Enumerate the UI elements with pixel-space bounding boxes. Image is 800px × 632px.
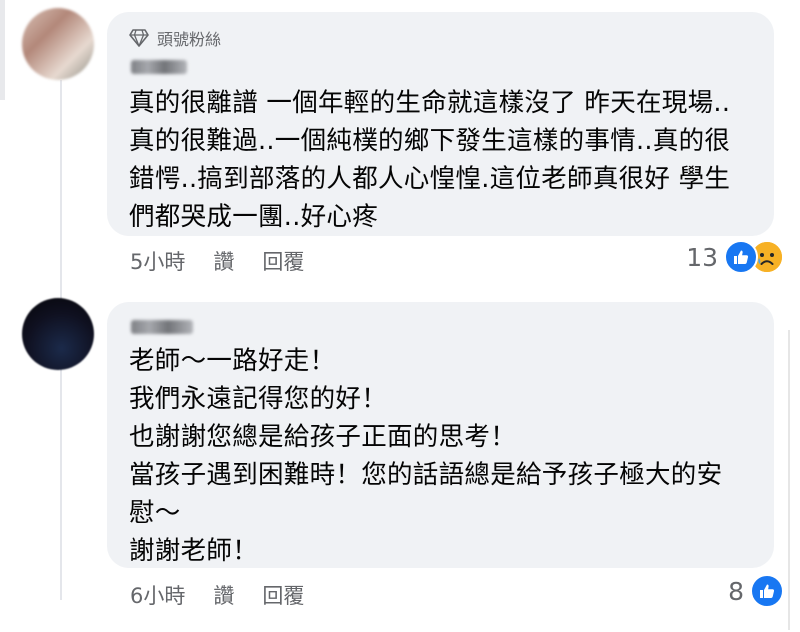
reply-button[interactable]: 回覆	[262, 246, 304, 276]
comment-actions: 5小時 讚 回覆	[130, 246, 332, 276]
reaction-count: 13	[686, 242, 718, 272]
comment-line: 慰～	[129, 498, 181, 528]
like-button[interactable]: 讚	[213, 580, 234, 610]
diamond-icon	[129, 29, 149, 47]
like-icon	[750, 574, 784, 608]
comment-timestamp[interactable]: 5小時	[130, 246, 185, 276]
reaction-count: 8	[728, 576, 744, 606]
comment-line: 真的很離譜 一個年輕的生命就這樣沒了 昨天在現場..	[129, 88, 731, 118]
scroll-edge	[788, 330, 790, 630]
comment-timestamp[interactable]: 6小時	[130, 580, 185, 610]
badge-label: 頭號粉絲	[157, 30, 222, 49]
commenter-name-blurred[interactable]	[131, 320, 193, 334]
comment-text: 真的很離譜 一個年輕的生命就這樣沒了 昨天在現場.. 真的很難過..一個純樸的鄉…	[129, 84, 730, 236]
left-edge-divider	[0, 0, 5, 100]
reaction-summary[interactable]: 8	[728, 574, 784, 608]
reply-button[interactable]: 回覆	[262, 580, 304, 610]
comment-line: 也謝謝您總是給孩子正面的思考！	[129, 422, 517, 452]
comment-line: 老師～一路好走！	[129, 346, 336, 376]
commenter-avatar[interactable]	[22, 8, 94, 80]
comment-bubble: 頭號粉絲 真的很離譜 一個年輕的生命就這樣沒了 昨天在現場.. 真的很難過..一…	[107, 12, 774, 236]
like-icon	[724, 240, 758, 274]
comment-line: 錯愕..搞到部落的人都人心惶惶.這位老師真很好 學生	[129, 164, 731, 194]
commenter-avatar[interactable]	[22, 298, 94, 370]
comment-line: 謝謝老師！	[129, 536, 259, 566]
comment-text: 老師～一路好走！ 我們永遠記得您的好！ 也謝謝您總是給孩子正面的思考！ 當孩子遇…	[129, 342, 722, 570]
comment-line: 們都哭成一團..好心疼	[129, 202, 379, 232]
comment-line: 我們永遠記得您的好！	[129, 384, 388, 414]
reaction-summary[interactable]: 13	[686, 240, 784, 274]
comment-line: 當孩子遇到困難時！您的話語總是給予孩子極大的安	[129, 460, 723, 490]
top-fan-badge: 頭號粉絲	[129, 26, 221, 50]
comment-actions: 6小時 讚 回覆	[130, 580, 332, 610]
comment-bubble: 老師～一路好走！ 我們永遠記得您的好！ 也謝謝您總是給孩子正面的思考！ 當孩子遇…	[107, 302, 774, 568]
comment-line: 真的很難過..一個純樸的鄉下發生這樣的事情..真的很	[129, 126, 731, 156]
like-button[interactable]: 讚	[213, 246, 234, 276]
commenter-name-blurred[interactable]	[131, 60, 187, 74]
